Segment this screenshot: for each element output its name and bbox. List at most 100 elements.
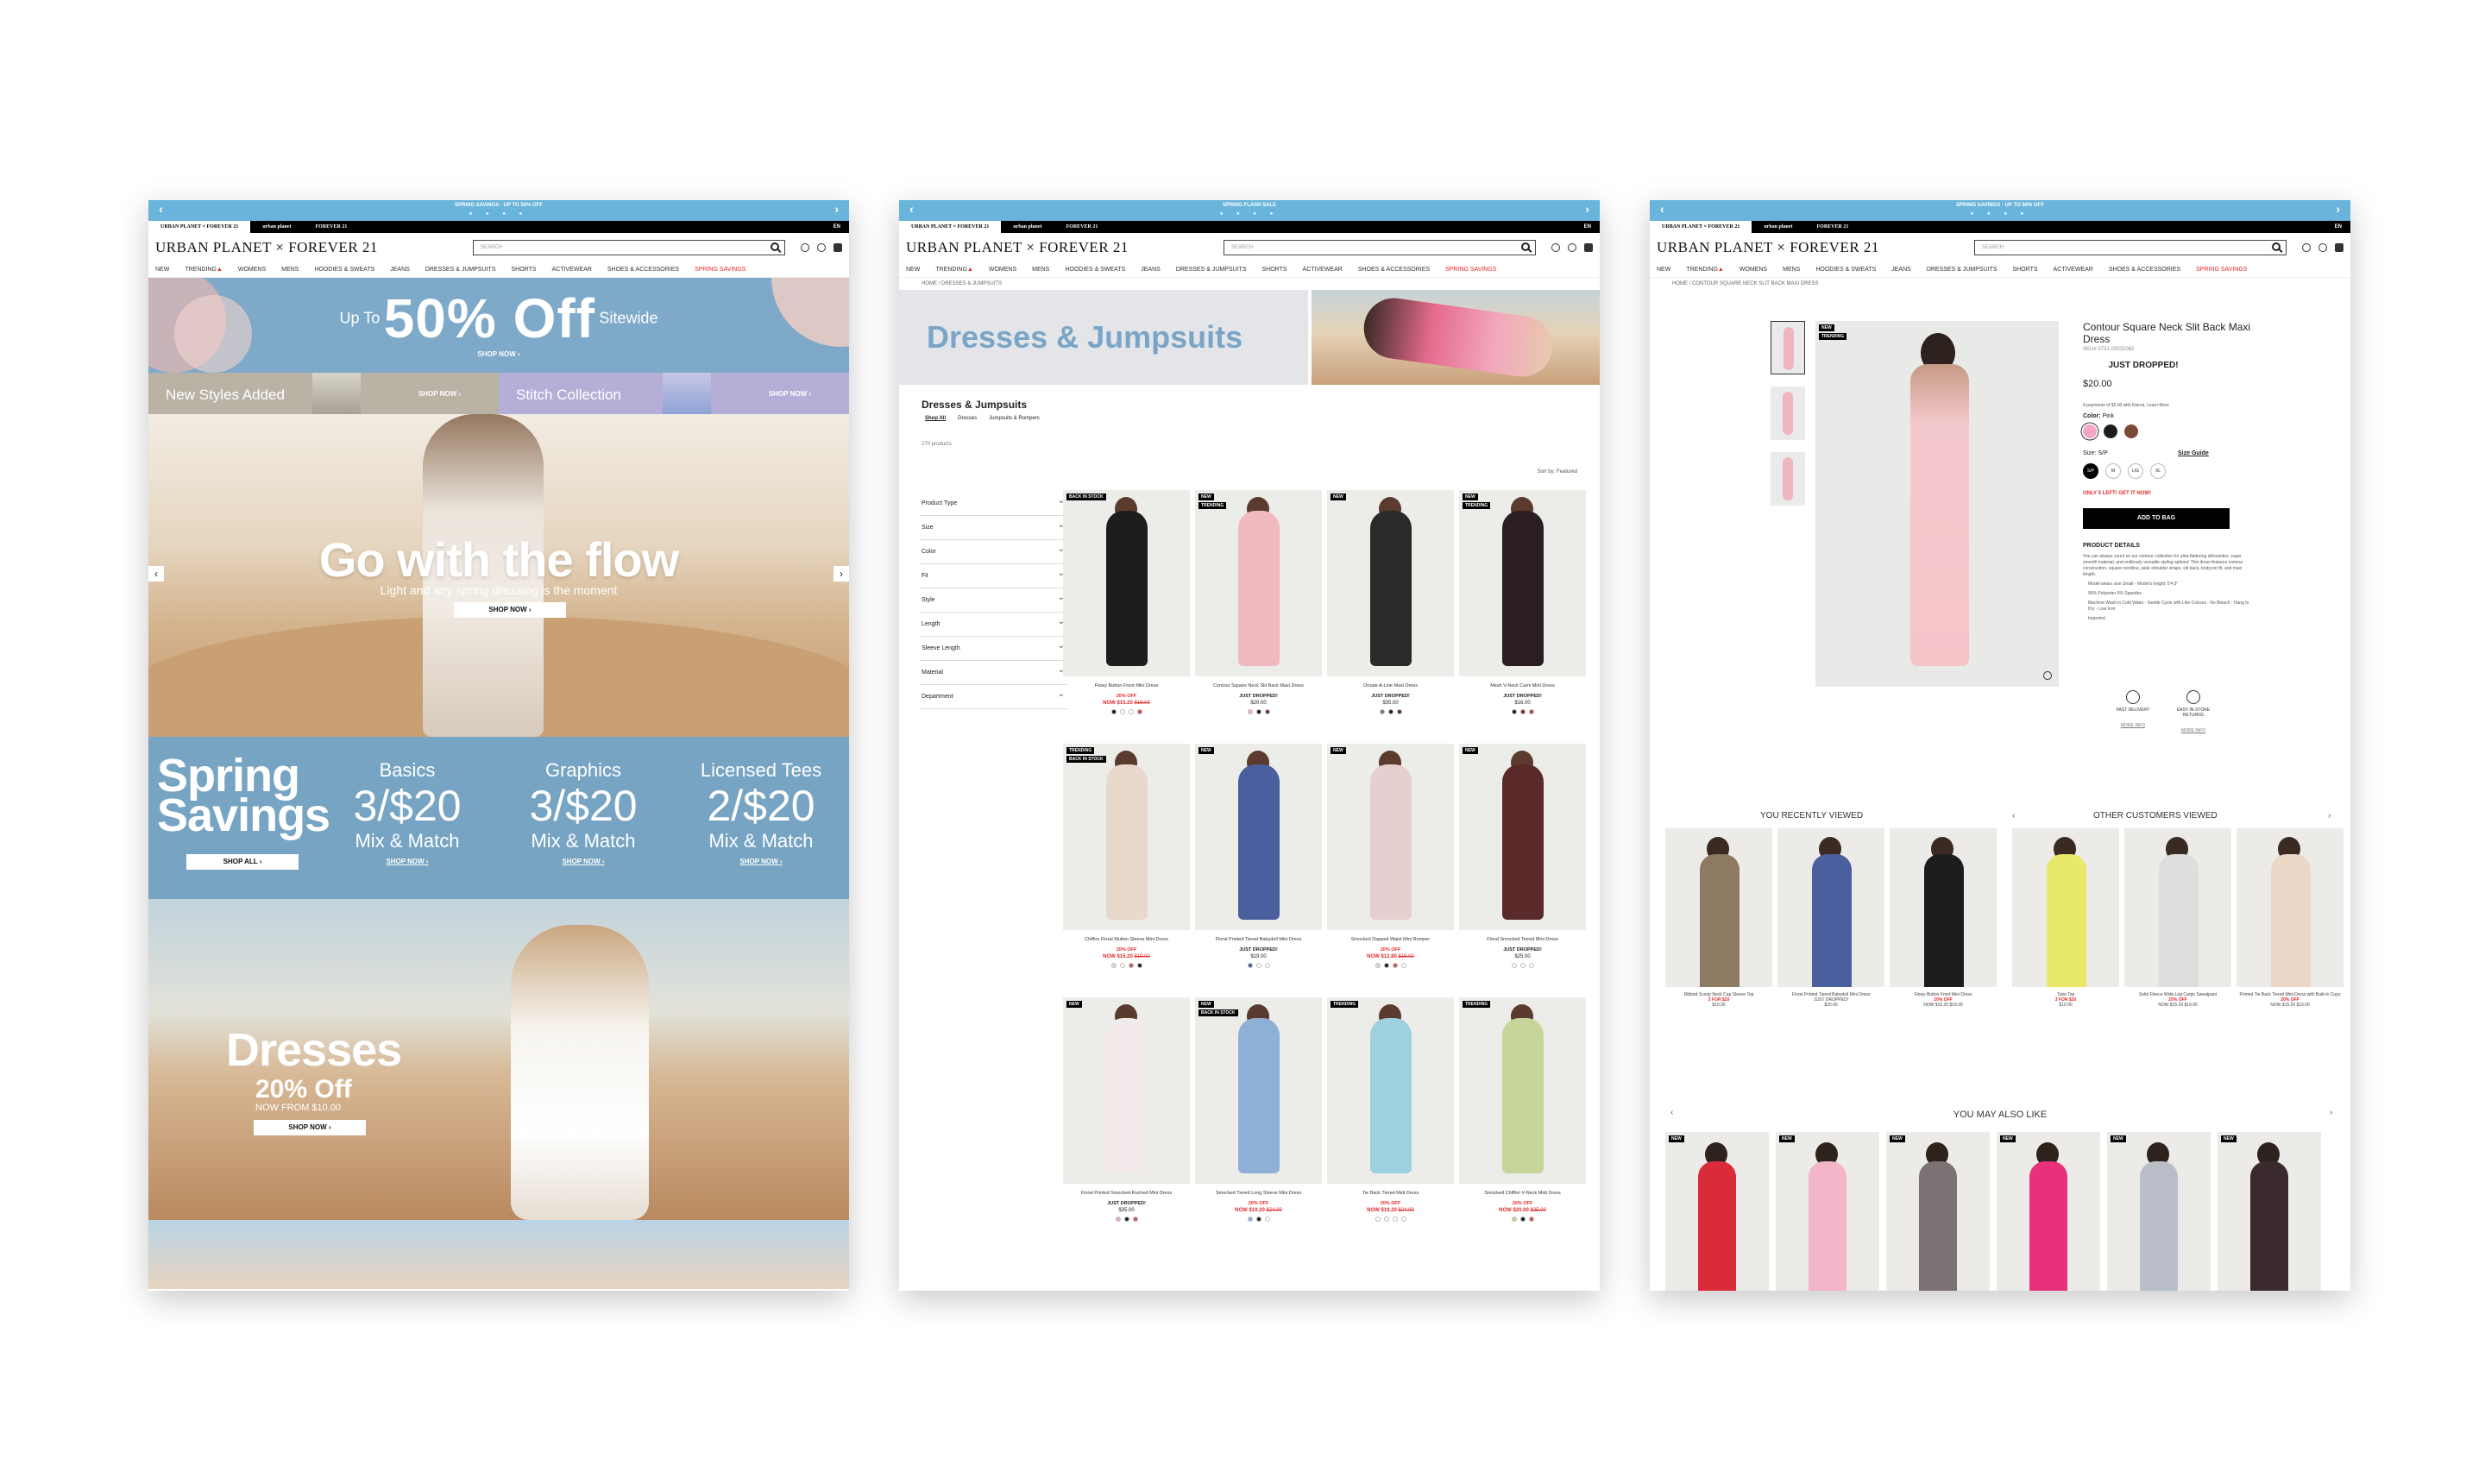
- product-card[interactable]: NEW BACK IN STOCK Smocked Tiered Long Slee…: [1195, 997, 1322, 1241]
- breadcrumb[interactable]: HOME / CONTOUR SQUARE NECK SLIT BACK MAX…: [1650, 278, 2350, 290]
- filter-length[interactable]: Length: [920, 610, 1068, 637]
- color-swatch[interactable]: [1528, 1217, 1534, 1222]
- promo-next-arrow-icon[interactable]: ›: [2336, 203, 2340, 215]
- size-guide-link[interactable]: Size Guide: [2178, 450, 2209, 456]
- nav-womens[interactable]: WOMENS: [989, 267, 1016, 273]
- search-icon[interactable]: [771, 242, 779, 251]
- promo-next-arrow-icon[interactable]: ›: [834, 203, 839, 215]
- color-swatch[interactable]: [2104, 424, 2117, 438]
- also-like-card[interactable]: NEW: [2107, 1132, 2211, 1291]
- color-swatch[interactable]: [1519, 709, 1526, 714]
- product-name[interactable]: Tie Back Tiered Midi Dress: [1327, 1191, 1454, 1196]
- dresses-shop-now-button[interactable]: SHOP NOW ›: [254, 1120, 366, 1135]
- language-selector[interactable]: EN: [2335, 221, 2342, 233]
- color-swatch[interactable]: [1247, 963, 1253, 968]
- account-icon[interactable]: [1568, 243, 1576, 252]
- tab-forever21[interactable]: FOREVER 21: [1054, 221, 1110, 233]
- color-swatch[interactable]: [1255, 1217, 1261, 1222]
- product-card[interactable]: NEW TRENDING Contour Square Neck Slit Back…: [1195, 490, 1322, 733]
- color-swatch[interactable]: [1110, 963, 1117, 968]
- returns-more-link[interactable]: MORE INFO: [2176, 728, 2211, 733]
- nav-spring-savings[interactable]: SPRING SAVINGS: [695, 267, 746, 273]
- deal-graphics[interactable]: Graphics 3/$20 Mix & Match SHOP NOW ›: [506, 759, 661, 865]
- filter-color[interactable]: Color: [920, 538, 1068, 564]
- color-swatch[interactable]: [1528, 709, 1534, 714]
- tab-forever21[interactable]: FOREVER 21: [304, 221, 360, 233]
- nav-jeans[interactable]: JEANS: [1141, 267, 1161, 273]
- color-swatch[interactable]: [2124, 424, 2138, 438]
- size-option-s[interactable]: S/P: [2083, 463, 2098, 479]
- color-swatch[interactable]: [1247, 709, 1253, 714]
- product-name[interactable]: Mesh V-Neck Cami Mini Dress: [1459, 683, 1586, 689]
- nav-spring-savings[interactable]: SPRING SAVINGS: [2196, 267, 2247, 273]
- carousel-image[interactable]: [2012, 828, 2119, 987]
- color-swatch[interactable]: [1392, 1217, 1398, 1222]
- nav-shorts[interactable]: SHORTS: [512, 267, 537, 273]
- color-swatch[interactable]: [1119, 709, 1125, 714]
- size-option-m[interactable]: M: [2105, 463, 2121, 479]
- product-image[interactable]: NEW: [1195, 744, 1322, 930]
- search-input[interactable]: SEARCH: [1224, 240, 1536, 255]
- filter-size[interactable]: Size: [920, 513, 1068, 540]
- product-image[interactable]: NEW TRENDING: [1195, 490, 1322, 676]
- product-image[interactable]: NEW: [1063, 997, 1190, 1184]
- carousel-item[interactable]: Ribbed Scoop Neck Cap Sleeve Top 3 FOR $2…: [1665, 828, 1772, 1008]
- sort-dropdown[interactable]: Sort by: Featured: [1538, 469, 1577, 475]
- carousel-image[interactable]: [1890, 828, 1997, 987]
- language-selector[interactable]: EN: [834, 221, 840, 233]
- tab-shop-all[interactable]: Shop All: [925, 416, 946, 421]
- carousel-image[interactable]: [2124, 828, 2231, 987]
- nav-dresses[interactable]: DRESSES & JUMPSUITS: [425, 267, 496, 273]
- zoom-icon[interactable]: [2043, 671, 2052, 680]
- product-card[interactable]: BACK IN STOCK Flowy Button Front Mini Dre…: [1063, 490, 1190, 733]
- nav-dresses[interactable]: DRESSES & JUMPSUITS: [1176, 267, 1247, 273]
- carousel-item[interactable]: Flowy Button Front Mini Dress 20% OFF NOW …: [1890, 828, 1997, 1008]
- breadcrumb[interactable]: HOME / DRESSES & JUMPSUITS: [899, 278, 1600, 290]
- nav-trending[interactable]: TRENDING▲: [935, 267, 973, 273]
- product-name[interactable]: Contour Square Neck Slit Back Maxi Dress: [1195, 683, 1322, 689]
- product-card[interactable]: TRENDING BACK IN STOCK Chiffon Floral Mutt…: [1063, 744, 1190, 987]
- size-option-l[interactable]: L/G: [2128, 463, 2143, 479]
- color-swatch[interactable]: [1110, 709, 1117, 714]
- color-swatch[interactable]: [1383, 963, 1389, 968]
- nav-mens[interactable]: MENS: [281, 267, 299, 273]
- product-card[interactable]: NEW Ornate A-Line Maxi Dress JUST DROPPED!…: [1327, 490, 1454, 733]
- hero-next-arrow-icon[interactable]: ›: [834, 566, 849, 582]
- carousel-image[interactable]: [2236, 828, 2343, 987]
- nav-spring-savings[interactable]: SPRING SAVINGS: [1445, 267, 1496, 273]
- product-name[interactable]: Floral Printed Tiered Babydoll Mini Dres…: [1195, 937, 1322, 942]
- search-input[interactable]: SEARCH: [473, 240, 785, 255]
- also-like-card[interactable]: NEW: [2218, 1132, 2321, 1291]
- color-swatch[interactable]: [1528, 963, 1534, 968]
- size-option-xl[interactable]: XL: [2150, 463, 2166, 479]
- also-like-card[interactable]: NEW: [1886, 1132, 1990, 1291]
- nav-new[interactable]: NEW: [906, 267, 920, 273]
- color-swatch[interactable]: [1128, 709, 1134, 714]
- thumbnail-3[interactable]: [1771, 452, 1805, 506]
- product-name[interactable]: Chiffon Floral Mutton Sleeve Mini Dress: [1063, 937, 1190, 942]
- color-swatch[interactable]: [1255, 709, 1261, 714]
- deal-basics[interactable]: Basics 3/$20 Mix & Match SHOP NOW ›: [330, 759, 485, 865]
- color-swatch[interactable]: [1375, 1217, 1381, 1222]
- add-to-bag-button[interactable]: ADD TO BAG: [2083, 508, 2230, 529]
- product-card[interactable]: NEW Smocked Dapped Waist Mini Romper 20% O…: [1327, 744, 1454, 987]
- nav-trending[interactable]: TRENDING▲: [185, 267, 223, 273]
- carousel-image[interactable]: [1777, 828, 1884, 987]
- nav-trending[interactable]: TRENDING▲: [1686, 267, 1724, 273]
- color-swatch[interactable]: [1519, 963, 1526, 968]
- also-like-card[interactable]: NEW: [1997, 1132, 2100, 1291]
- site-logo[interactable]: URBAN PLANET × FOREVER 21: [906, 239, 1129, 256]
- product-card[interactable]: TRENDING Tie Back Tiered Midi Dress 20% OF…: [1327, 997, 1454, 1241]
- nav-new[interactable]: NEW: [155, 267, 169, 273]
- color-swatch[interactable]: [1383, 1217, 1389, 1222]
- product-image[interactable]: NEW TRENDING: [1459, 490, 1586, 676]
- nav-activewear[interactable]: ACTIVEWEAR: [1303, 267, 1343, 273]
- filter-style[interactable]: Style: [920, 586, 1068, 613]
- account-icon[interactable]: [2318, 243, 2327, 252]
- new-styles-shop-link[interactable]: SHOP NOW ›: [418, 390, 461, 398]
- color-swatch[interactable]: [1519, 1217, 1526, 1222]
- stitch-shop-link[interactable]: SHOP NOW ›: [769, 390, 811, 398]
- product-image[interactable]: TRENDING: [1327, 997, 1454, 1184]
- tab-urban-planet-forever21[interactable]: URBAN PLANET × FOREVER 21: [899, 221, 1002, 233]
- color-swatch[interactable]: [1511, 709, 1517, 714]
